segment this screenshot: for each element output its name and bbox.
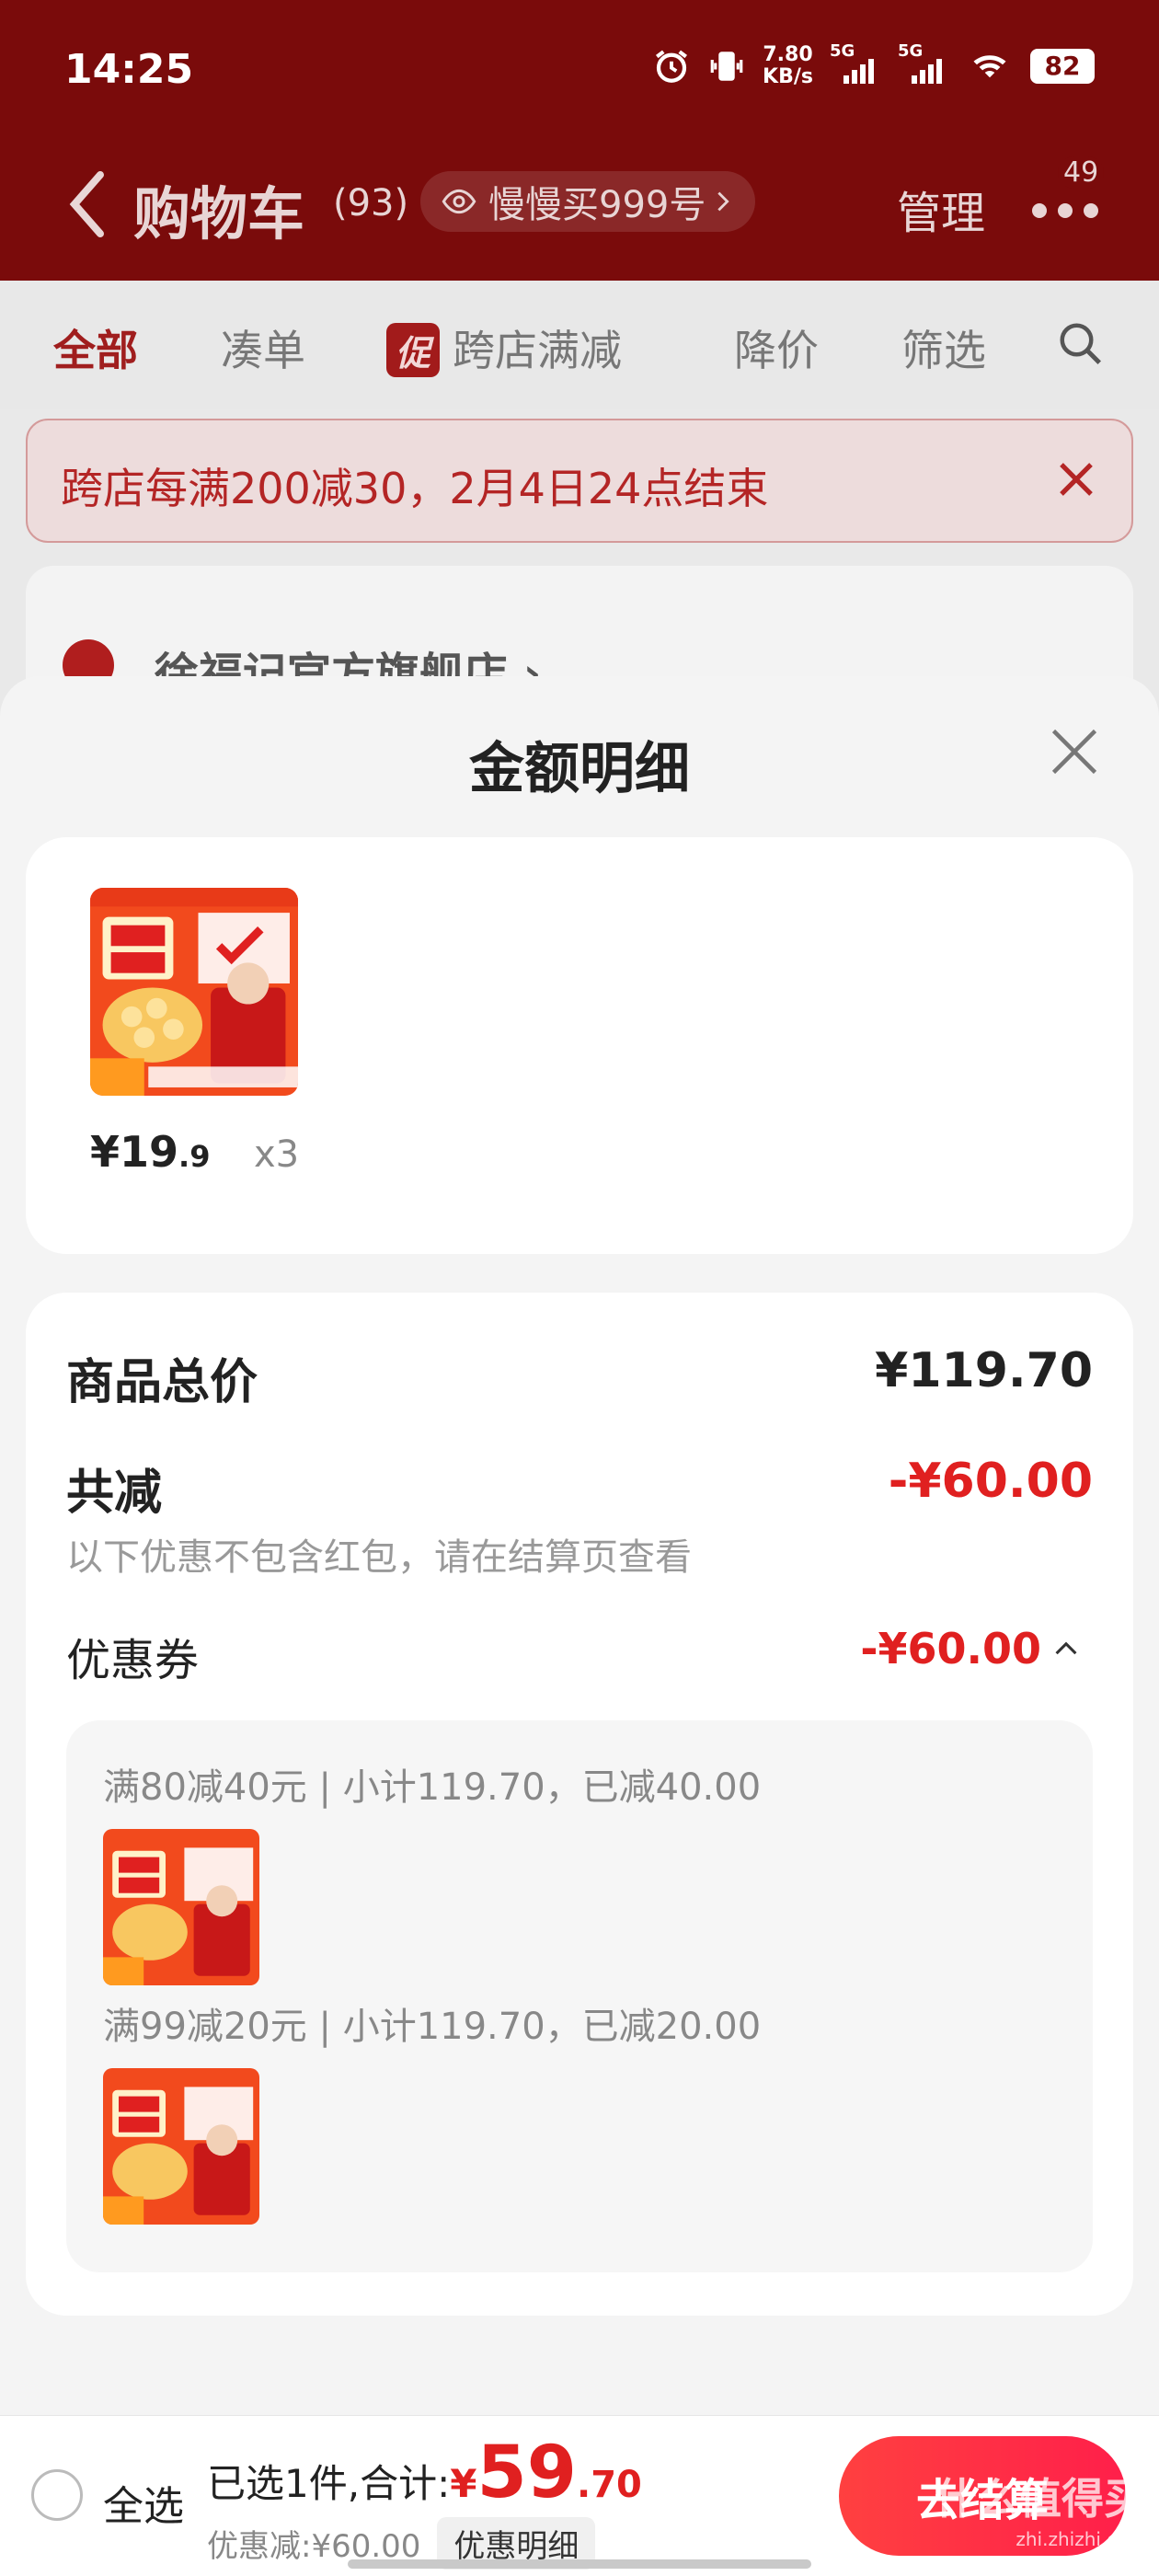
chevron-right-icon: [717, 191, 730, 212]
filter-tabs: 全部 凑单 促跨店满减 降价 筛选: [0, 281, 1159, 409]
account-switch-button[interactable]: 慢慢买999号: [420, 171, 756, 232]
coupon-toggle[interactable]: -¥60.00: [860, 1624, 1078, 1673]
coupon-label: 优惠券: [66, 1635, 200, 1686]
total-integer: 59: [476, 2432, 578, 2514]
status-icons: 7.80 KB/s 5G 5G 82: [652, 41, 1095, 88]
promo-banner: 跨店每满200减30，2月4日24点结束: [26, 419, 1133, 543]
product-quantity: x3: [254, 1133, 300, 1176]
eye-icon: [442, 189, 476, 214]
coupon-rule: 满99减20元 | 小计119.70，已减20.00: [103, 2006, 762, 2048]
more-icon[interactable]: [1028, 184, 1102, 230]
total-price-label: 商品总价: [66, 1355, 258, 1410]
promo-text: 跨店每满200减30，2月4日24点结束: [61, 464, 769, 513]
message-badge: 49: [1058, 156, 1105, 189]
reduction-note: 以下优惠不包含红包，请在结算页查看: [66, 1536, 692, 1579]
coupon-value: -¥60.00: [860, 1624, 1041, 1673]
search-icon[interactable]: [1056, 319, 1106, 369]
product-image: [103, 1829, 259, 1985]
net-speed-unit: KB/s: [763, 65, 813, 88]
selected-summary: 已选1件,合计:: [207, 2461, 451, 2506]
total-reduction-value: -¥60.00: [888, 1454, 1093, 1509]
home-indicator: [348, 2559, 811, 2569]
select-all-checkbox[interactable]: [31, 2469, 83, 2521]
select-all-label[interactable]: 全选: [103, 2473, 184, 2532]
product-image: [103, 2068, 259, 2225]
currency-symbol: ¥: [450, 2461, 477, 2506]
cart-header: 购物车 (93) 慢慢买999号 管理 49: [0, 156, 1159, 248]
status-time: 14:25: [64, 46, 194, 93]
price-summary-card: 商品总价 ¥119.70 共减 -¥60.00 以下优惠不包含红包，请在结算页查…: [26, 1293, 1133, 2316]
signal-icon: 5G: [830, 41, 881, 86]
net-speed: 7.80 KB/s: [763, 44, 813, 88]
price-integer: ¥19: [90, 1127, 179, 1177]
chevron-up-icon: [1055, 1641, 1077, 1655]
total-price-value: ¥119.70: [875, 1343, 1093, 1398]
tab-cross-store[interactable]: 促跨店满减: [386, 317, 622, 378]
back-icon[interactable]: [60, 167, 115, 241]
coupon-product-thumbnail[interactable]: [103, 2068, 259, 2225]
total-decimal: .70: [577, 2464, 642, 2506]
status-bar: 14:25 7.80 KB/s 5G 5G 82: [0, 0, 1159, 138]
coupon-rule: 满80减40元 | 小计119.70，已减40.00: [103, 1766, 762, 1809]
account-name: 慢慢买999号: [488, 184, 706, 226]
page-title: 购物车: [133, 180, 305, 247]
coupon-detail-box: 满80减40元 | 小计119.70，已减40.00 满99减20元 | 小计1…: [66, 1720, 1093, 2272]
price-decimal: .9: [178, 1139, 211, 1174]
tab-price-drop[interactable]: 降价: [734, 317, 819, 378]
cart-count: (93): [333, 182, 409, 224]
close-icon[interactable]: [1054, 457, 1098, 501]
promo-chip: 促: [386, 323, 441, 377]
watermark: 什么值得买 zhi.zhizhi.com: [935, 2478, 1146, 2559]
battery-indicator: 82: [1030, 49, 1095, 84]
product-card: ¥19.9 x3: [26, 837, 1133, 1254]
tab-all[interactable]: 全部: [53, 317, 138, 378]
sheet-title: 金额明细: [469, 737, 690, 801]
signal-icon: 5G: [898, 41, 949, 86]
tab-filter[interactable]: 筛选: [901, 317, 986, 378]
alarm-icon: [656, 50, 688, 83]
watermark-url: zhi.zhizhi.com: [1016, 2528, 1146, 2550]
wifi-icon: [973, 55, 1006, 78]
product-thumbnail[interactable]: [90, 888, 298, 1096]
product-price: ¥19.9: [90, 1127, 210, 1177]
price-detail-sheet: 金额明细 ¥19.9 x3 商品总价 ¥119.70 共减 -¥60.00 以下…: [0, 676, 1159, 2415]
total-reduction-label: 共减: [66, 1466, 163, 1521]
tab-cross-store-label: 跨店满减: [453, 326, 623, 375]
total-line: 已选1件,合计: ¥ 59 .70: [207, 2436, 642, 2510]
tab-combine[interactable]: 凑单: [221, 317, 305, 378]
manage-button[interactable]: 管理: [897, 177, 985, 241]
watermark-text: 什么值得买: [935, 2474, 1146, 2524]
net-speed-value: 7.80: [763, 43, 813, 66]
close-icon[interactable]: [1047, 724, 1102, 779]
coupon-product-thumbnail[interactable]: [103, 1829, 259, 1985]
product-image: [90, 888, 298, 1096]
vibrate-icon: [710, 52, 743, 81]
